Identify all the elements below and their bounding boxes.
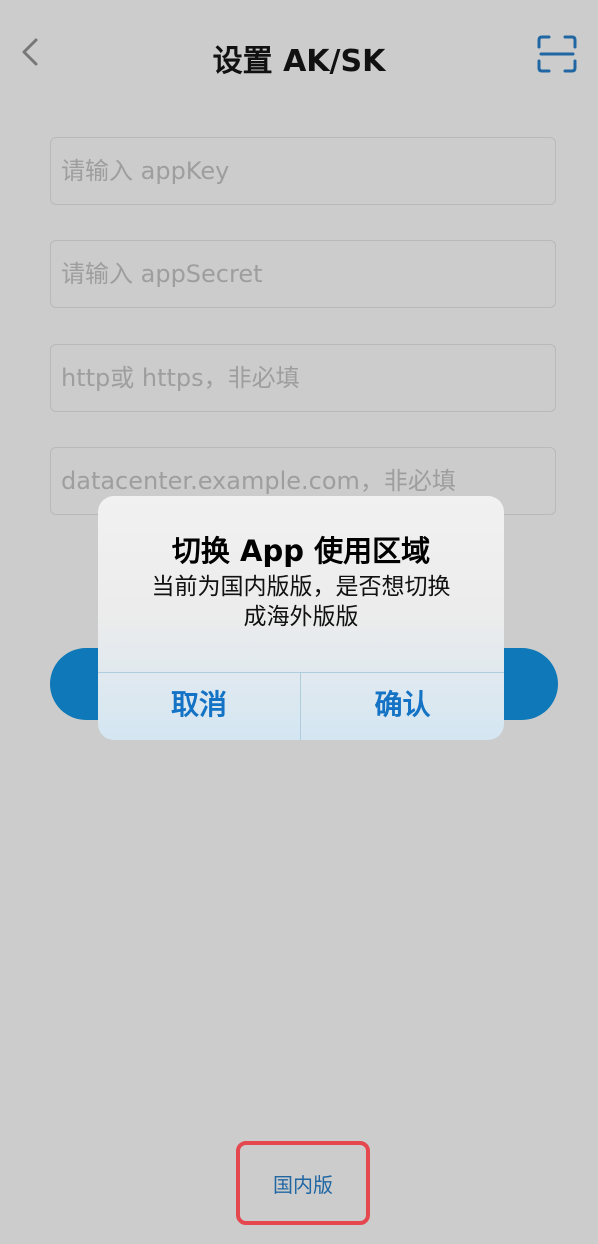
region-label: 国内版 (273, 1172, 333, 1197)
switch-region-dialog: 切换 App 使用区域 当前为国内版版，是否想切换 成海外版版 取消 确认 (98, 496, 504, 740)
navigation-bar: 设置 AK/SK (0, 0, 598, 106)
app-secret-field[interactable] (50, 240, 556, 308)
scan-button[interactable] (536, 34, 578, 74)
scan-icon (537, 35, 577, 73)
region-switch-link[interactable]: 国内版 (236, 1141, 370, 1225)
dialog-message-line-2: 成海外版版 (243, 604, 359, 630)
app-secret-input[interactable] (51, 241, 555, 307)
app-key-input[interactable] (51, 138, 555, 204)
dialog-message-line-1: 当前为国内版版，是否想切换 (151, 574, 451, 600)
dialog-title: 切换 App 使用区域 (171, 534, 431, 568)
protocol-field[interactable] (50, 344, 556, 412)
cancel-button[interactable]: 取消 (98, 673, 300, 740)
dialog-message: 当前为国内版版，是否想切换 成海外版版 (122, 572, 480, 632)
protocol-input[interactable] (51, 345, 555, 411)
confirm-button[interactable]: 确认 (301, 673, 504, 740)
page-title: 设置 AK/SK (212, 44, 386, 79)
app-key-field[interactable] (50, 137, 556, 205)
